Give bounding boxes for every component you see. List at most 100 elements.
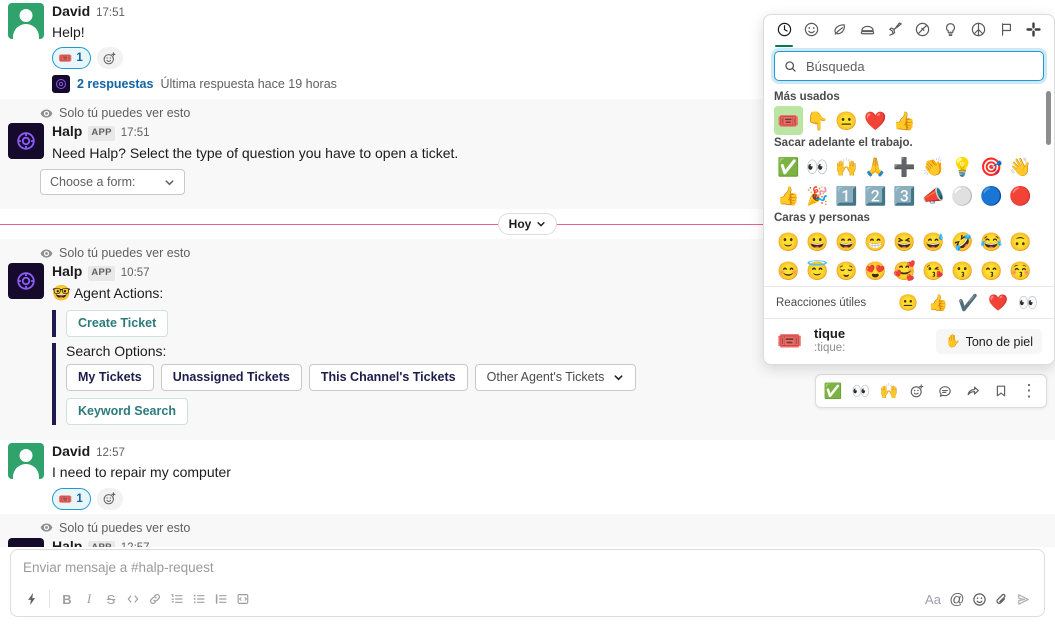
this-channels-tickets-button[interactable]: This Channel's Tickets (308, 364, 468, 392)
emoji-button[interactable]: 😌 (832, 256, 861, 285)
raised-hands-reaction-button[interactable]: 🙌 (876, 378, 902, 404)
avatar[interactable] (8, 3, 44, 39)
emoji-button[interactable]: 😍 (861, 256, 890, 285)
emoji-button[interactable]: 😙 (977, 256, 1006, 285)
emoji-search-input[interactable] (804, 57, 1034, 75)
emoji-button[interactable]: 😗 (948, 256, 977, 285)
shortcuts-button[interactable] (21, 588, 43, 610)
emoji-button[interactable]: 🎉 (803, 181, 832, 210)
date-divider-pill[interactable]: Hoy (497, 213, 558, 236)
emoji-search-box[interactable] (774, 51, 1044, 81)
eyes-reaction-button[interactable]: 👀 (848, 378, 874, 404)
emoji-button[interactable]: 🎟️ (774, 106, 803, 135)
emoji-picker[interactable]: Más usados 🎟️ 👇 😐 ❤️ 👍 Sacar adelante el… (763, 14, 1055, 365)
reaction-chip-ticket[interactable]: 🎟️ 1 (52, 47, 91, 70)
emoji-button[interactable]: 😇 (803, 256, 832, 285)
smileys-people-tab[interactable] (800, 17, 824, 47)
emoji-button[interactable]: 😘 (919, 256, 948, 285)
message-author[interactable]: Halp (52, 122, 82, 140)
emoji-button[interactable]: 🙂 (774, 227, 803, 256)
emoji-button[interactable]: 🥰 (890, 256, 919, 285)
thread-reply-count[interactable]: 2 respuestas (77, 77, 153, 91)
reply-in-thread-button[interactable] (932, 378, 958, 404)
message-hover-toolbar[interactable]: ✅ 👀 🙌 ⋮ (815, 374, 1047, 408)
share-message-button[interactable] (960, 378, 986, 404)
message-author[interactable]: Halp (52, 537, 82, 547)
bold-button[interactable]: B (56, 588, 78, 610)
emoji-button[interactable]: 🙏 (861, 152, 890, 181)
emoji-button[interactable]: 🙌 (832, 152, 861, 181)
link-button[interactable] (144, 588, 166, 610)
message-author[interactable]: Halp (52, 262, 82, 280)
emoji-button[interactable]: ➕ (890, 152, 919, 181)
quick-reaction-button[interactable]: 👍 (924, 290, 952, 316)
emoji-button[interactable]: 😅 (919, 227, 948, 256)
unassigned-tickets-button[interactable]: Unassigned Tickets (160, 364, 302, 392)
emoji-scroll-area[interactable]: Más usados 🎟️ 👇 😐 ❤️ 👍 Sacar adelante el… (764, 89, 1054, 286)
flags-tab[interactable] (994, 17, 1018, 47)
emoji-button[interactable]: 👍 (774, 181, 803, 210)
emoji-button[interactable]: 🎯 (977, 152, 1006, 181)
keyword-search-button[interactable]: Keyword Search (66, 398, 188, 426)
emoji-button[interactable]: 🔴 (1006, 181, 1035, 210)
activities-tab[interactable] (911, 17, 935, 47)
avatar[interactable] (8, 263, 44, 300)
emoji-button[interactable]: 👋 (1006, 152, 1035, 181)
italic-button[interactable]: I (78, 588, 100, 610)
reaction-chip-ticket[interactable]: 🎟️ 1 (52, 487, 91, 510)
code-button[interactable] (122, 588, 144, 610)
emoji-button[interactable]: 💡 (948, 152, 977, 181)
more-actions-button[interactable]: ⋮ (1016, 378, 1042, 404)
emoji-button[interactable]: 😚 (1006, 256, 1035, 285)
attachment-button[interactable] (990, 588, 1012, 610)
emoji-button[interactable]: 🔵 (977, 181, 1006, 210)
emoji-button[interactable]: 😂 (977, 227, 1006, 256)
bulleted-list-button[interactable] (188, 588, 210, 610)
custom-emoji-tab[interactable] (1022, 17, 1046, 47)
avatar[interactable] (8, 537, 44, 547)
emoji-button[interactable]: 😆 (890, 227, 919, 256)
emoji-button[interactable]: 👏 (919, 152, 948, 181)
frequently-used-tab[interactable] (772, 17, 796, 47)
quick-reaction-button[interactable]: 😐 (894, 290, 922, 316)
other-agents-tickets-select[interactable]: Other Agent's Tickets (474, 364, 637, 392)
mention-button[interactable]: @ (946, 588, 968, 610)
emoji-scrollbar[interactable] (1046, 91, 1051, 145)
emoji-button[interactable]: 🙃 (1006, 227, 1035, 256)
quick-reaction-button[interactable]: 👀 (1014, 290, 1042, 316)
send-button[interactable] (1012, 588, 1034, 610)
emoji-button[interactable]: 😀 (803, 227, 832, 256)
emoji-button[interactable]: ❤️ (861, 106, 890, 135)
avatar[interactable] (8, 443, 44, 480)
my-tickets-button[interactable]: My Tickets (66, 364, 154, 392)
formatting-button[interactable]: Aa (920, 588, 946, 610)
emoji-button[interactable]: 1️⃣ (832, 181, 861, 210)
check-mark-reaction-button[interactable]: ✅ (820, 378, 846, 404)
add-reaction-button[interactable] (904, 378, 930, 404)
objects-tab[interactable] (939, 17, 963, 47)
emoji-button[interactable]: 👍 (890, 106, 919, 135)
save-message-button[interactable] (988, 378, 1014, 404)
travel-places-tab[interactable] (883, 17, 907, 47)
emoji-button[interactable]: 😄 (832, 227, 861, 256)
quick-reaction-button[interactable]: ❤️ (984, 290, 1012, 316)
choose-a-form-select[interactable]: Choose a form: (40, 169, 185, 196)
ordered-list-button[interactable] (166, 588, 188, 610)
blockquote-button[interactable] (210, 588, 232, 610)
code-block-button[interactable] (232, 588, 254, 610)
emoji-button[interactable]: 3️⃣ (890, 181, 919, 210)
message-author[interactable]: David (52, 442, 90, 460)
skin-tone-button[interactable]: ✋ Tono de piel (936, 329, 1042, 354)
message-composer[interactable]: Enviar mensaje a #halp-request B I S Aa … (10, 549, 1045, 617)
add-reaction-button[interactable] (96, 47, 123, 70)
emoji-button[interactable]: ⚪ (948, 181, 977, 210)
avatar[interactable] (8, 123, 44, 160)
emoji-button[interactable]: 😁 (861, 227, 890, 256)
emoji-button[interactable]: 👇 (803, 106, 832, 135)
add-reaction-button[interactable] (96, 487, 123, 510)
emoji-button[interactable]: 📣 (919, 181, 948, 210)
quick-reaction-button[interactable]: ✔️ (954, 290, 982, 316)
message-input[interactable]: Enviar mensaje a #halp-request (11, 550, 1044, 575)
strikethrough-button[interactable]: S (100, 588, 122, 610)
message-author[interactable]: David (52, 2, 90, 20)
